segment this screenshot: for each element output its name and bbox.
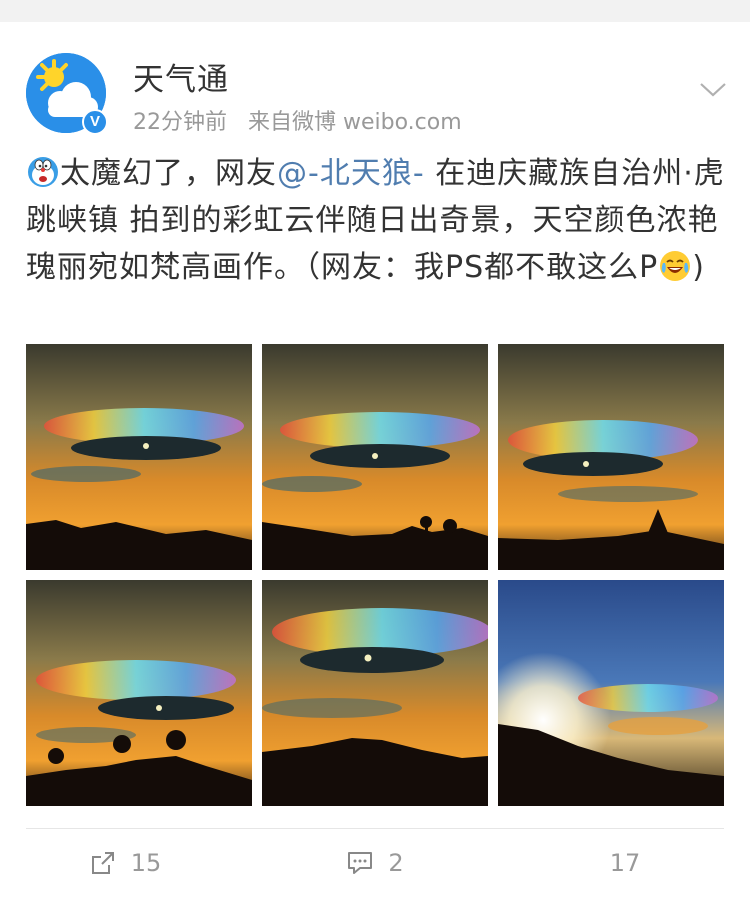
repost-button[interactable]: 15 xyxy=(0,829,250,897)
laugh-cry-emoji-icon xyxy=(658,249,692,283)
top-spacer xyxy=(0,0,750,22)
comment-count: 2 xyxy=(388,849,404,877)
post-text-end: ) xyxy=(692,250,705,285)
username[interactable]: 天气通 xyxy=(133,54,229,99)
doraemon-emoji-icon xyxy=(26,155,60,189)
post-source: 来自微博 weibo.com xyxy=(248,110,462,135)
mention-link[interactable]: @-北天狼- xyxy=(277,156,425,191)
photo-6[interactable] xyxy=(498,580,724,806)
chevron-down-icon[interactable] xyxy=(698,80,728,100)
post-time: 22分钟前 xyxy=(133,110,227,135)
action-bar: 15 2 17 xyxy=(0,829,750,897)
post-meta: 22分钟前 来自微博 weibo.com xyxy=(133,104,462,136)
weibo-post-card: V 天气通 22分钟前 来自微博 weibo.com 太魔幻了，网友@-北天狼-… xyxy=(0,22,750,897)
repost-icon xyxy=(91,852,114,874)
verified-badge: V xyxy=(82,109,108,135)
repost-count: 15 xyxy=(130,849,162,877)
post-text: 太魔幻了，网友@-北天狼- 在迪庆藏族自治州·虎跳峡镇 拍到的彩虹云伴随日出奇景… xyxy=(26,150,726,291)
photo-2[interactable] xyxy=(262,344,488,570)
photo-1[interactable] xyxy=(26,344,252,570)
post-header: V 天气通 22分钟前 来自微博 weibo.com xyxy=(0,22,750,142)
comment-icon xyxy=(348,852,373,874)
like-count: 17 xyxy=(609,849,641,877)
photo-5[interactable] xyxy=(262,580,488,806)
image-grid xyxy=(26,344,724,806)
photo-3[interactable] xyxy=(498,344,724,570)
comment-button[interactable]: 2 xyxy=(250,829,500,897)
post-text-before: 太魔幻了，网友 xyxy=(60,156,277,191)
photo-4[interactable] xyxy=(26,580,252,806)
like-button[interactable]: 17 xyxy=(500,829,750,897)
